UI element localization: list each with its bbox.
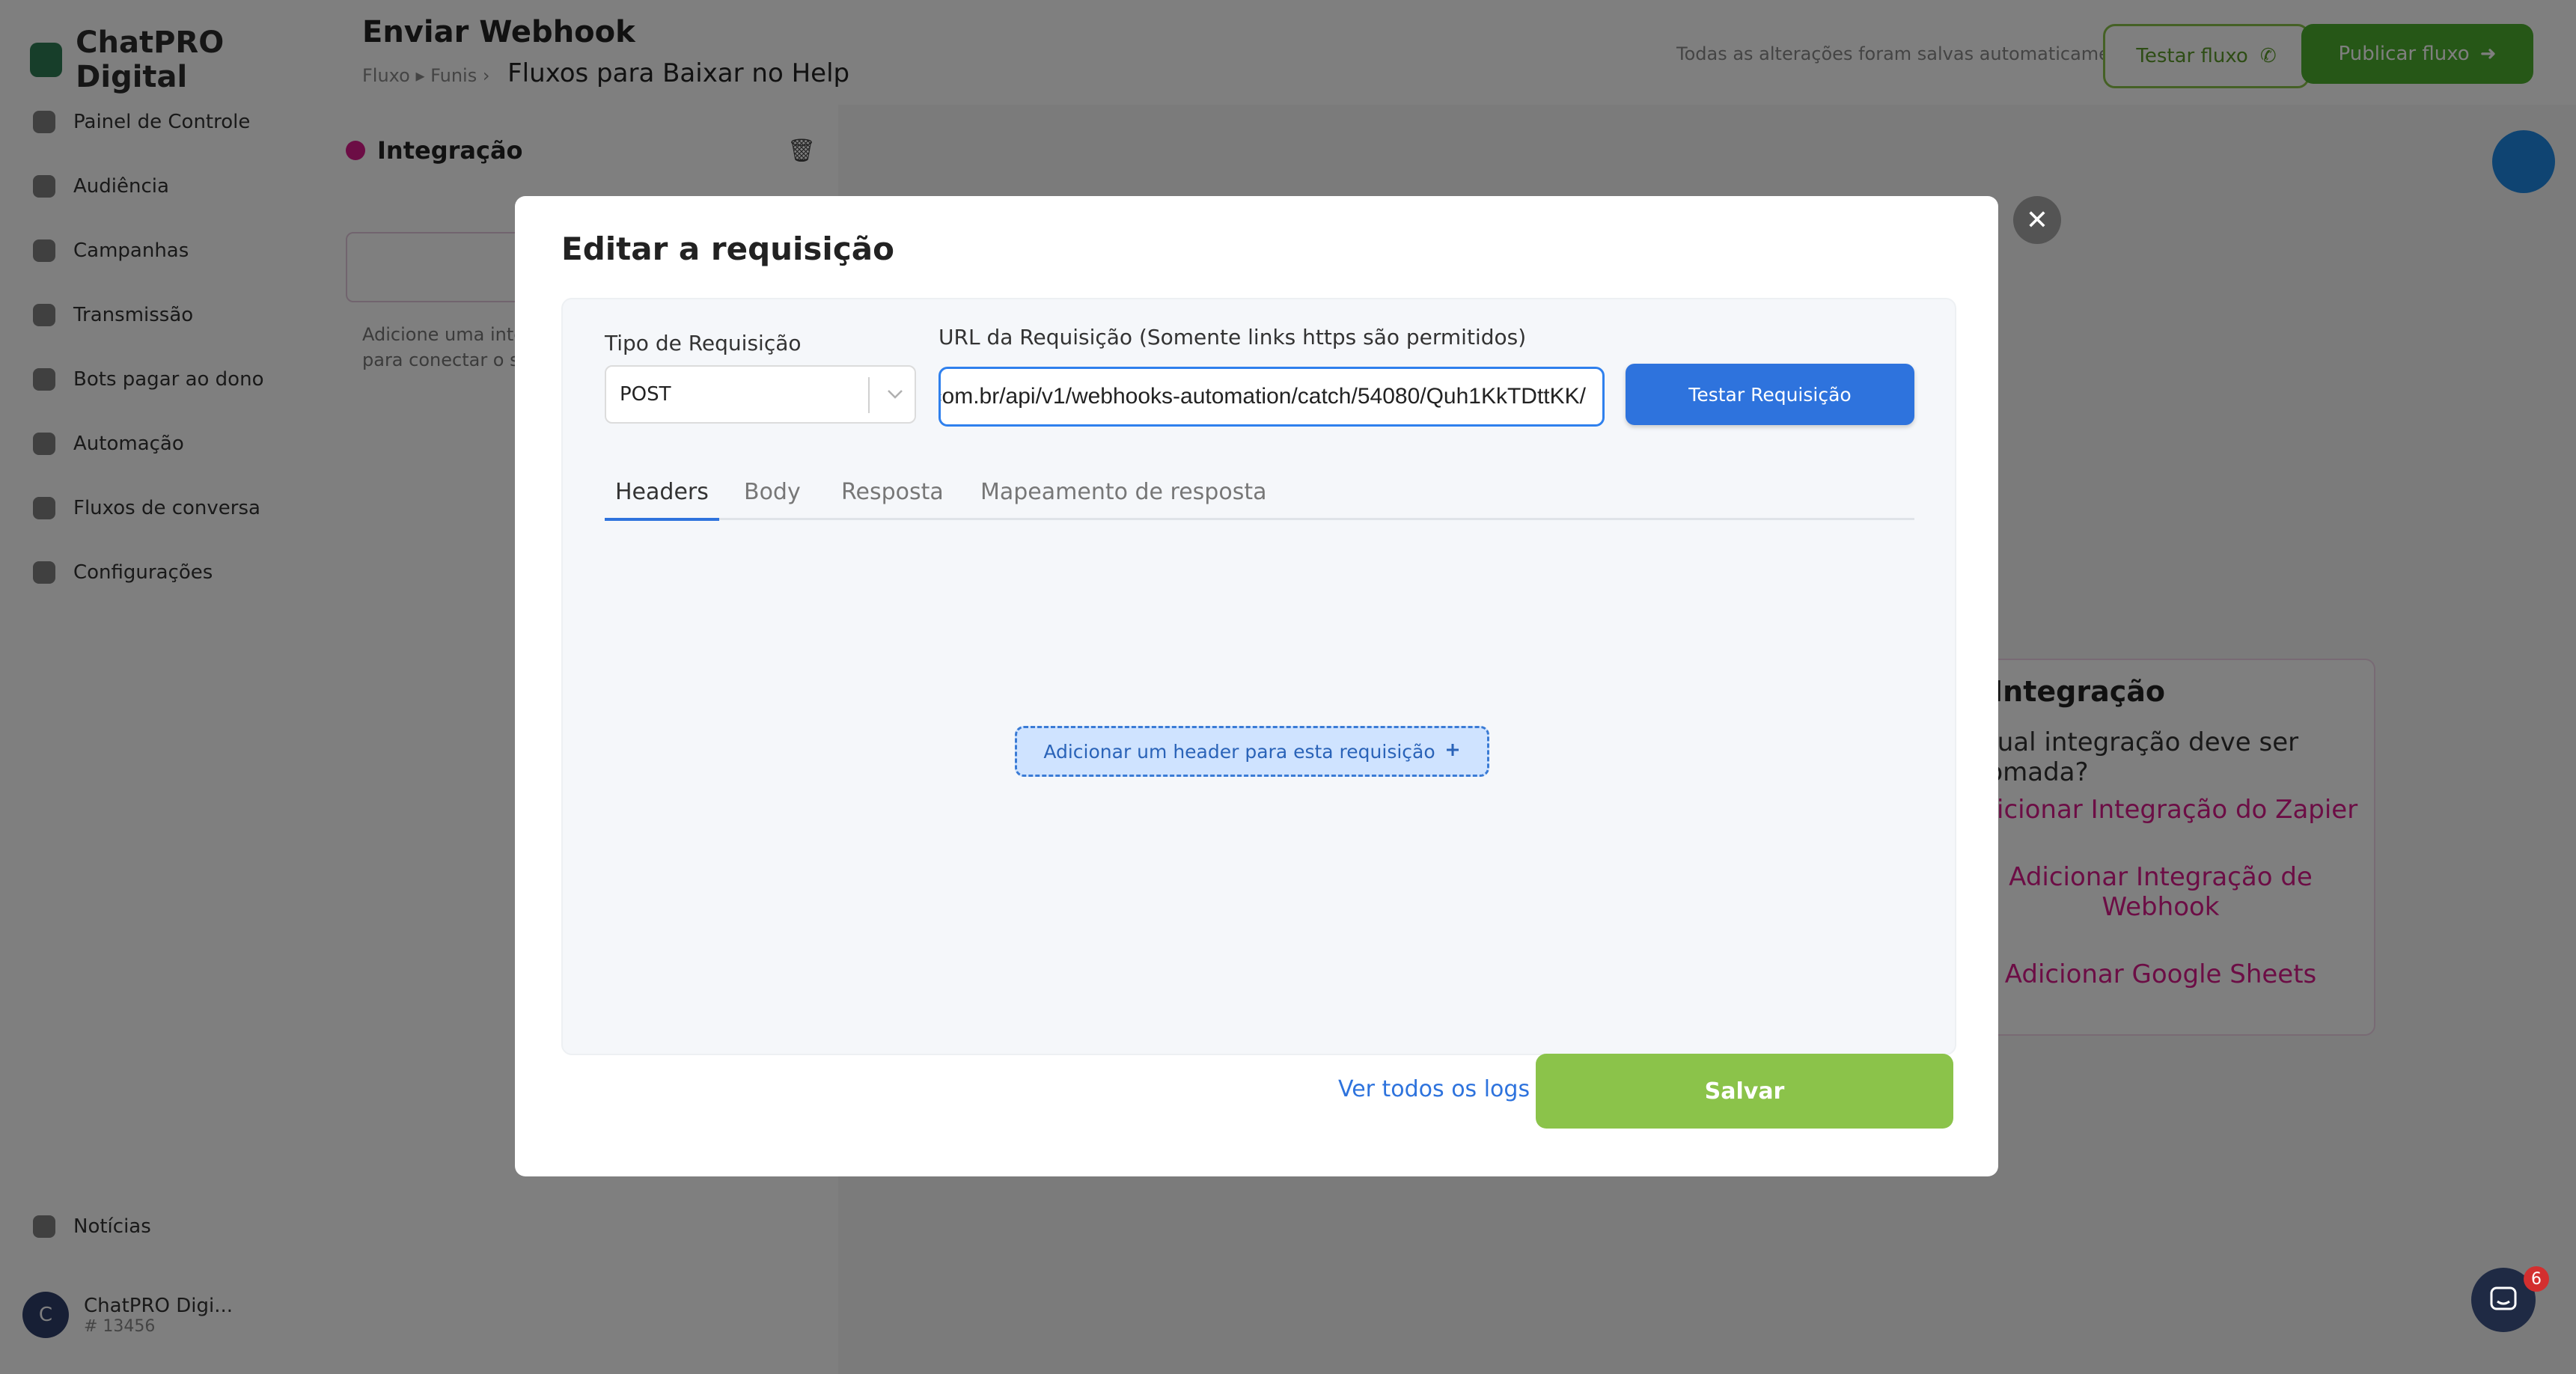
add-header-button[interactable]: Adicionar um header para esta requisição	[1015, 726, 1489, 777]
select-divider	[868, 377, 870, 413]
view-logs-link[interactable]: Ver todos os logs	[1338, 1076, 1530, 1102]
modal-title: Editar a requisição	[561, 230, 894, 267]
add-header-label: Adicionar um header para esta requisição	[1043, 740, 1435, 763]
chat-icon	[2490, 1286, 2517, 1310]
tab-headers[interactable]: Headers	[605, 479, 719, 521]
tab-response[interactable]: Resposta	[841, 479, 944, 518]
url-input[interactable]: com.br/api/v1/webhooks-automation/catch/…	[938, 367, 1605, 427]
request-type-select[interactable]: POST	[605, 365, 916, 424]
tab-response-mapping[interactable]: Mapeamento de resposta	[980, 479, 1266, 518]
close-icon[interactable]: ✕	[2013, 196, 2061, 244]
request-tabs: Headers Body Resposta Mapeamento de resp…	[605, 479, 1914, 521]
url-value: com.br/api/v1/webhooks-automation/catch/…	[938, 384, 1586, 409]
notification-badge: 6	[2524, 1266, 2549, 1292]
tab-body[interactable]: Body	[744, 479, 801, 518]
url-label: URL da Requisição (Somente links https s…	[938, 325, 1527, 349]
chevron-down-icon[interactable]	[880, 376, 910, 413]
edit-request-modal: Editar a requisição Tipo de Requisição P…	[515, 196, 1998, 1176]
test-request-button[interactable]: Testar Requisição	[1626, 364, 1914, 425]
request-type-value: POST	[620, 383, 671, 406]
plus-icon	[1444, 741, 1461, 763]
request-form: Tipo de Requisição POST URL da Requisiçã…	[561, 298, 1956, 1055]
save-button[interactable]: Salvar	[1536, 1054, 1953, 1129]
request-type-label: Tipo de Requisição	[605, 331, 802, 355]
